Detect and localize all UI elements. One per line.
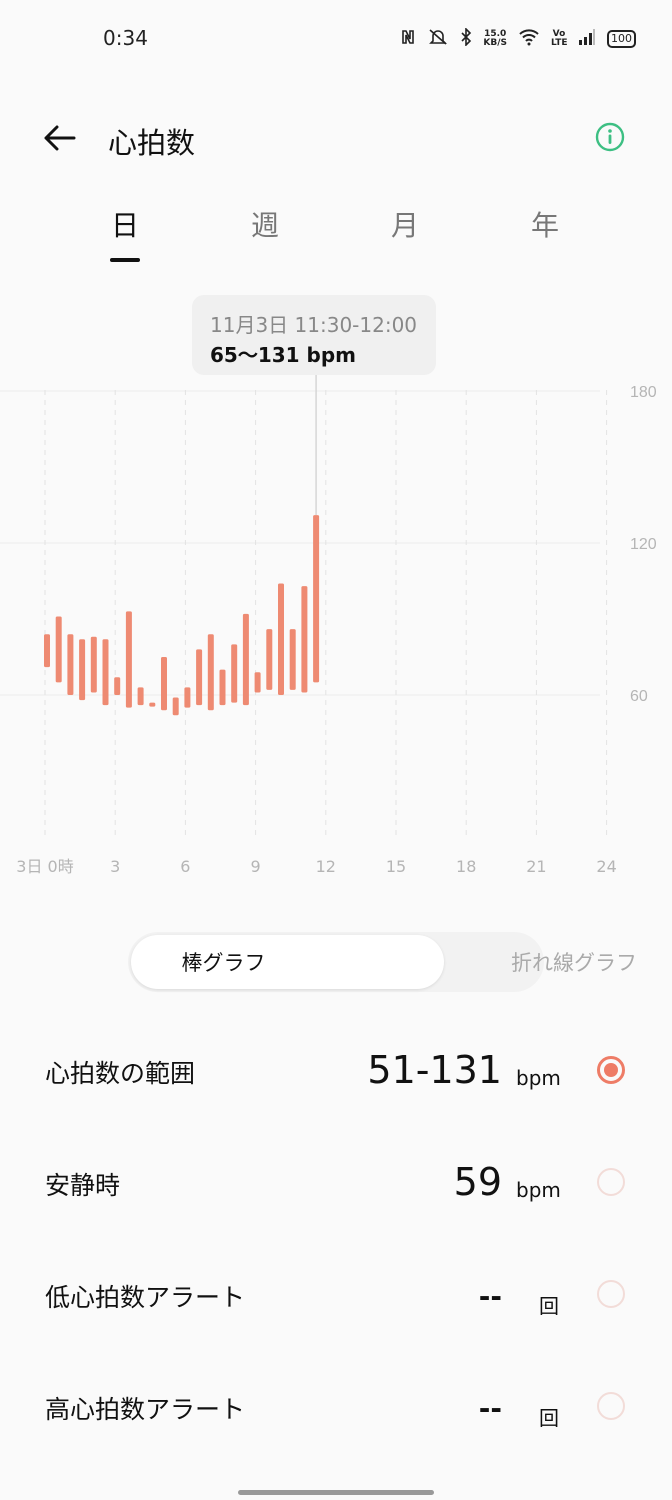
bar-chart-option[interactable]: 棒グラフ <box>131 947 316 977</box>
metric-radio[interactable] <box>597 1280 625 1308</box>
metric-unit: 回 <box>539 1406 559 1430</box>
heart-rate-bar <box>184 687 191 708</box>
net-speed: 15.0 KB/S <box>483 30 507 48</box>
metric-label: 安静時 <box>45 1171 121 1200</box>
heart-rate-bar <box>44 634 50 668</box>
heart-rate-bar <box>313 515 320 683</box>
tab-indicator <box>110 258 140 262</box>
tooltip-value: 65〜131 bpm <box>210 343 357 367</box>
heart-rate-bar <box>149 702 156 707</box>
heart-rate-bar <box>114 677 121 695</box>
tab-week[interactable]: 週 <box>235 204 295 244</box>
heart-rate-bar <box>67 634 74 695</box>
metric-value: 59 <box>453 1160 502 1204</box>
battery-icon: 100 <box>607 30 636 48</box>
signal-icon <box>578 29 596 49</box>
heart-rate-bar <box>125 611 132 708</box>
heart-rate-bar <box>79 639 86 701</box>
metric-label: 低心拍数アラート <box>45 1283 246 1312</box>
heart-rate-bar <box>137 687 144 706</box>
heart-rate-bar <box>207 634 214 711</box>
y-tick-label: 180 <box>630 384 657 401</box>
arrow-left-icon <box>44 125 76 151</box>
mute-icon <box>427 28 449 50</box>
app-bar: 心拍数 <box>0 100 672 176</box>
page-title: 心拍数 <box>108 126 196 160</box>
net-speed-unit: KB/S <box>483 38 507 48</box>
x-tick-label: 6 <box>180 857 190 876</box>
wifi-icon <box>518 28 540 50</box>
x-tick-label: 24 <box>596 857 616 876</box>
x-tick-label: 3日 0時 <box>16 857 73 876</box>
metric-value: -- <box>478 1280 502 1313</box>
metric-row-resting[interactable]: 安静時 59 bpm <box>0 1134 672 1234</box>
heart-rate-bar <box>219 669 226 706</box>
metric-label: 高心拍数アラート <box>45 1395 246 1424</box>
tab-day[interactable]: 日 <box>95 204 155 244</box>
metric-label: 心拍数の範囲 <box>45 1059 196 1088</box>
metric-unit: bpm <box>516 1066 561 1090</box>
home-indicator <box>238 1490 434 1495</box>
metric-value: 51-131 <box>367 1048 502 1092</box>
volte-label: Vo LTE <box>551 29 568 48</box>
y-tick-label: 60 <box>630 688 648 705</box>
tab-year[interactable]: 年 <box>515 204 575 244</box>
status-bar: 0:34 15.0 KB/S Vo LTE 100 <box>0 0 672 78</box>
x-tick-label: 18 <box>456 857 476 876</box>
heart-rate-bar <box>161 657 167 711</box>
x-tick-label: 21 <box>526 857 546 876</box>
metric-row-high-alert[interactable]: 高心拍数アラート -- 回 <box>0 1358 672 1458</box>
heart-rate-chart[interactable]: 180 120 60 3日 0時 3 6 9 12 15 18 21 24 11月3日 11:30-1… <box>0 280 672 900</box>
tab-month[interactable]: 月 <box>375 204 435 244</box>
status-icons: 15.0 KB/S Vo LTE 100 <box>400 27 636 50</box>
y-tick-label: 120 <box>630 536 657 553</box>
heart-rate-bar <box>289 629 296 690</box>
heart-rate-bar <box>254 672 261 693</box>
heart-rate-bar <box>266 629 273 690</box>
nfc-icon <box>400 28 416 50</box>
heart-rate-bar <box>196 649 203 706</box>
heart-rate-bar <box>242 613 249 706</box>
info-button[interactable] <box>595 122 625 152</box>
back-button[interactable] <box>40 120 80 156</box>
tooltip-date: 11月3日 11:30-12:00 <box>210 313 418 337</box>
heart-rate-bar <box>301 586 308 693</box>
metric-radio[interactable] <box>597 1056 625 1084</box>
metric-unit: bpm <box>516 1178 561 1202</box>
x-tick-label: 12 <box>316 857 336 876</box>
period-tabs: 日 週 月 年 <box>0 198 672 268</box>
heart-rate-bar <box>55 616 62 683</box>
chart-tooltip: 11月3日 11:30-12:00 65〜131 bpm <box>192 295 436 375</box>
heart-rate-bar <box>231 644 238 703</box>
metric-unit: 回 <box>539 1294 559 1318</box>
chart-type-toggle: 棒グラフ 折れ線グラフ <box>128 932 637 992</box>
heart-rate-bar <box>102 639 109 706</box>
bluetooth-icon <box>460 27 472 50</box>
metric-radio[interactable] <box>597 1168 625 1196</box>
x-tick-label: 9 <box>251 857 261 876</box>
info-circle-icon <box>595 122 625 152</box>
heart-rate-bar <box>172 697 179 716</box>
status-time: 0:34 <box>103 26 148 50</box>
metric-value: -- <box>478 1392 502 1425</box>
heart-rate-bar <box>278 583 284 695</box>
metric-radio[interactable] <box>597 1392 625 1420</box>
line-chart-option[interactable]: 折れ線グラフ <box>511 947 672 977</box>
heart-rate-bar <box>90 636 97 693</box>
x-tick-label: 3 <box>110 857 120 876</box>
metric-row-range[interactable]: 心拍数の範囲 51-131 bpm <box>0 1022 672 1122</box>
metric-row-low-alert[interactable]: 低心拍数アラート -- 回 <box>0 1246 672 1346</box>
x-tick-label: 15 <box>386 857 406 876</box>
